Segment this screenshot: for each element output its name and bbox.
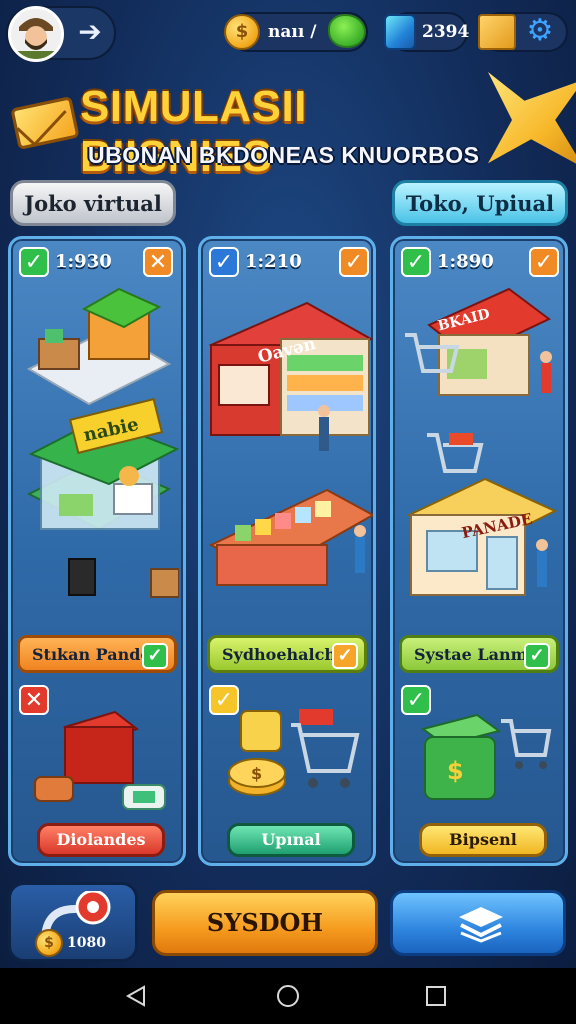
- store-card-3[interactable]: ✓ 1:890 ✓ BKAID PANADE Systae Lanm ✓ ✓ $…: [390, 236, 568, 866]
- check-badge-icon[interactable]: ✓: [529, 247, 559, 277]
- coin-icon: $: [35, 929, 63, 957]
- arrow-left-icon: ➔: [78, 15, 102, 48]
- card-action-button[interactable]: Bipsenl: [419, 823, 547, 857]
- check-icon[interactable]: ✓: [401, 247, 431, 277]
- check-icon[interactable]: ✓: [19, 247, 49, 277]
- square-recents-icon: [426, 986, 446, 1006]
- main-action-button[interactable]: SYSDOH: [152, 890, 378, 956]
- check-icon: ✓: [524, 643, 550, 669]
- store-card-2[interactable]: ✓ 1:210 ✓ Oavən Sydhoehalch ✓ ✓ $ Upınal: [198, 236, 376, 866]
- stack-icon: [459, 907, 503, 943]
- coin-value: naıı /: [268, 22, 317, 42]
- card-price: 1:210: [245, 251, 302, 272]
- register-illustration: [34, 710, 166, 810]
- coin-icon: $: [224, 14, 260, 50]
- stack-button[interactable]: [390, 890, 566, 956]
- store-name-text: Stıkan Pande: [32, 645, 151, 664]
- card-price: 1:930: [55, 251, 112, 272]
- card-action-button[interactable]: Upınal: [227, 823, 355, 857]
- store-name-label[interactable]: Stıkan Pande ✓: [17, 635, 177, 673]
- check-icon: ✓: [142, 643, 168, 669]
- gear-icon: ⚙: [526, 13, 554, 48]
- title-banner: SIMULASII BIISNIES UBONAN BKDONEAS KNUOR…: [0, 72, 576, 182]
- svg-text:$: $: [447, 757, 464, 785]
- home-nav-button[interactable]: [268, 976, 308, 1016]
- avatar[interactable]: [8, 6, 64, 62]
- check-icon[interactable]: ✓: [209, 247, 239, 277]
- card-action-button[interactable]: Diolandes: [37, 823, 165, 857]
- store-name-label[interactable]: Systae Lanm ✓: [399, 635, 559, 673]
- recents-nav-button[interactable]: [416, 976, 456, 1016]
- triangle-back-icon: [125, 985, 145, 1007]
- top-bar: ➔ $ naıı / 2394 ⚙: [0, 0, 576, 70]
- page-subtitle: UBONAN BKDONEAS KNUORBOS: [88, 142, 480, 168]
- cash-cart-illustration: $: [228, 709, 360, 796]
- svg-text:$: $: [251, 764, 262, 783]
- avatar-portrait-icon: [11, 9, 61, 59]
- star-burst-icon: [488, 72, 576, 168]
- settings-button[interactable]: ⚙: [520, 12, 560, 52]
- level-widget[interactable]: $ 1080: [8, 882, 138, 962]
- tab-upgrade-store[interactable]: Toko, Upiual: [392, 180, 568, 226]
- shops-illustration: [405, 287, 558, 596]
- circle-home-icon: [277, 985, 299, 1007]
- store-name-text: Sydhoehalch: [222, 645, 336, 664]
- level-counter: 1080: [67, 935, 106, 951]
- store-name-label[interactable]: Sydhoehalch ✓: [207, 635, 367, 673]
- kiosk-illustration: [26, 287, 179, 598]
- check-icon: ✓: [332, 643, 358, 669]
- gem-icon: [384, 14, 416, 50]
- check-badge-icon[interactable]: ✓: [339, 247, 369, 277]
- store-card-1[interactable]: ✓ 1:930 ✕ nabie Stıkan Pande ✓ ✕ Dioland…: [8, 236, 186, 866]
- supermarket-illustration: [208, 301, 373, 586]
- system-nav-bar: [0, 968, 576, 1024]
- slime-icon[interactable]: [328, 14, 366, 48]
- envelope-icon: [10, 96, 80, 150]
- back-nav-button[interactable]: [116, 976, 156, 1016]
- gem-value: 2394: [422, 22, 470, 42]
- tab-virtual-store[interactable]: Joko virtual: [10, 180, 176, 226]
- store-name-text: Systae Lanm: [414, 645, 528, 664]
- card-price: 1:890: [437, 251, 494, 272]
- close-badge-icon[interactable]: ✕: [143, 247, 173, 277]
- back-button[interactable]: ➔: [70, 14, 110, 52]
- crate-icon[interactable]: [478, 14, 516, 50]
- bin-cart-illustration: $: [420, 713, 552, 800]
